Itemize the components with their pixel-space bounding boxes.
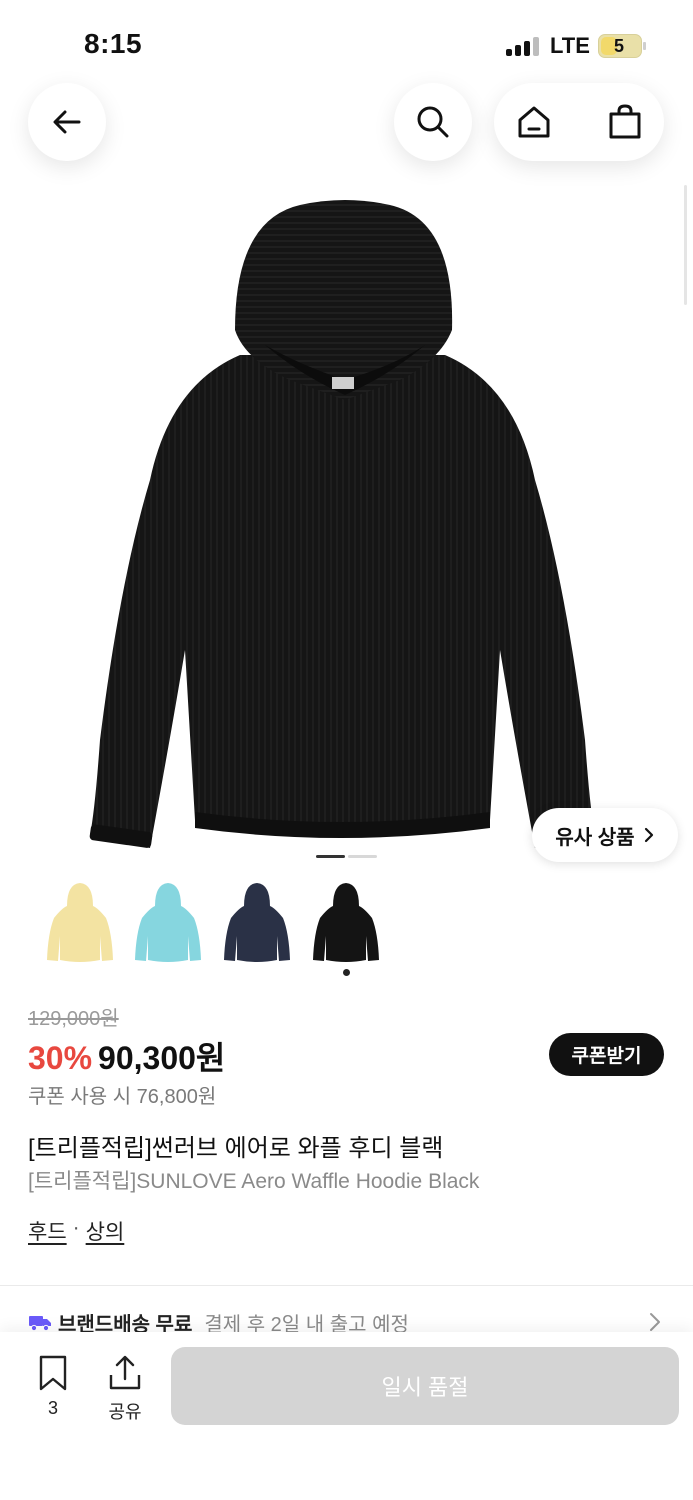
color-option-sky-blue[interactable] (128, 878, 208, 968)
battery-icon: 5 (598, 34, 642, 58)
arrow-left-icon (53, 110, 81, 134)
bookmark-count: 3 (47, 1398, 58, 1418)
similar-products-label: 유사 상품 (555, 826, 635, 849)
color-thumb-image (313, 883, 379, 962)
scroll-indicator (684, 185, 687, 305)
original-price: 129,000원 (28, 1008, 119, 1030)
battery-cap (643, 42, 646, 50)
color-option-black[interactable] (306, 878, 386, 968)
color-options (40, 878, 400, 978)
price-row: 30% 90,300원 (28, 1033, 225, 1076)
battery-level: 5 (613, 36, 624, 56)
color-thumb-image (135, 883, 201, 962)
share-icon (109, 1355, 141, 1390)
product-hero-image[interactable] (0, 180, 693, 860)
hoodie-image (89, 200, 598, 848)
pager-dot (348, 855, 377, 858)
share-button[interactable] (100, 1355, 150, 1396)
selected-color-indicator (343, 969, 350, 976)
search-button[interactable] (394, 83, 472, 161)
product-title: [트리플적립]썬러브 에어로 와플 후디 블랙 (28, 1135, 444, 1162)
breadcrumb: 후드 · 상의 (28, 1216, 124, 1246)
truck-icon (29, 1316, 51, 1332)
discount-rate: 30% (28, 1040, 93, 1076)
category-link-tops[interactable]: 상의 (86, 1216, 125, 1246)
product-title-en: [트리플적립]SUNLOVE Aero Waffle Hoodie Black (28, 1170, 480, 1193)
home-cart-group (494, 83, 664, 161)
home-button[interactable] (495, 83, 573, 161)
signal-icon (506, 36, 540, 56)
image-pager (316, 855, 377, 859)
similar-products-button[interactable]: 유사 상품 (532, 808, 678, 862)
chevron-right-icon (650, 1313, 660, 1331)
color-option-navy[interactable] (217, 878, 297, 968)
share-label: 공유 (108, 1402, 142, 1422)
category-separator: · (72, 1216, 80, 1239)
category-link-hood[interactable]: 후드 (28, 1216, 67, 1246)
chevron-right-icon (644, 827, 653, 843)
cart-button[interactable] (586, 83, 664, 161)
sale-price: 90,300원 (98, 1040, 226, 1076)
search-icon (417, 106, 449, 138)
coupon-price-note: 쿠폰 사용 시 76,800원 (28, 1086, 217, 1108)
network-label: LTE (550, 33, 590, 58)
status-time: 8:15 (84, 28, 143, 59)
pager-dot-active (316, 855, 345, 858)
color-thumb-image (224, 883, 290, 962)
sold-out-button[interactable]: 일시 품절 (171, 1347, 679, 1425)
bookmark-button[interactable] (30, 1355, 76, 1396)
section-divider (0, 1285, 693, 1286)
get-coupon-button[interactable]: 쿠폰받기 (549, 1033, 664, 1076)
color-option-yellow[interactable] (40, 878, 120, 968)
shopping-bag-icon (609, 104, 641, 139)
color-thumb-image (47, 883, 113, 962)
status-bar: 8:15 LTE 5 (0, 0, 693, 80)
back-button[interactable] (28, 83, 106, 161)
bookmark-icon (39, 1355, 67, 1391)
home-icon (518, 106, 550, 138)
